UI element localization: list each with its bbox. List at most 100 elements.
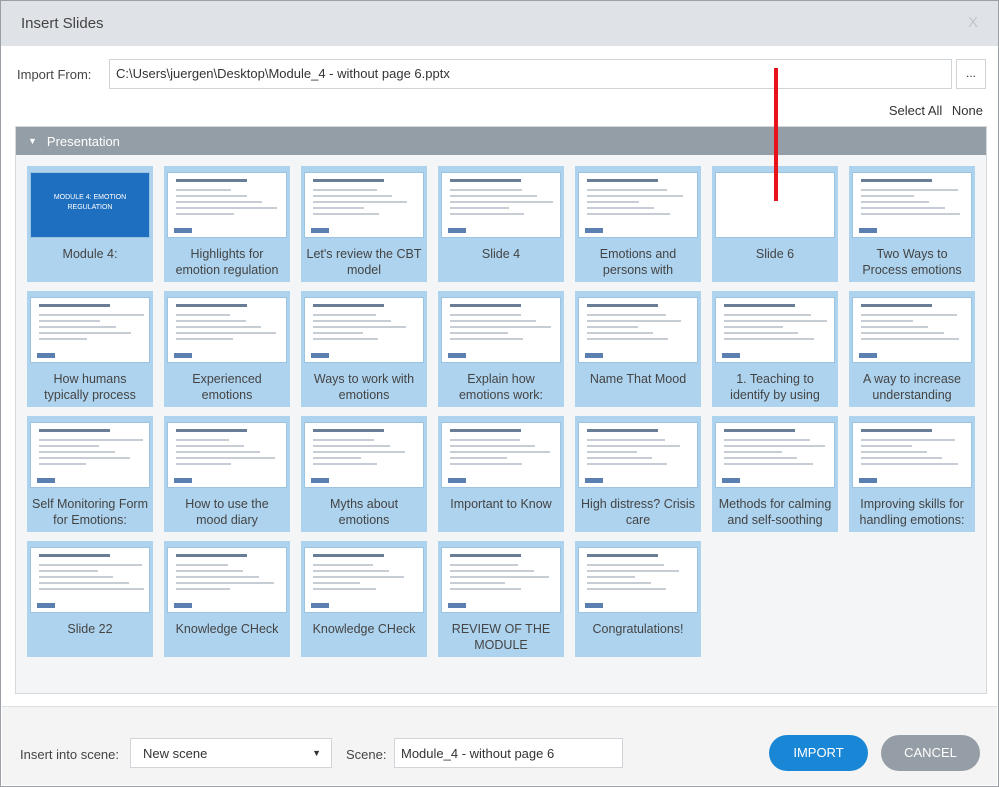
slide-tile[interactable]: Emotions and persons with schizophrenia bbox=[575, 166, 701, 282]
slide-tile[interactable]: Important to Know bbox=[438, 416, 564, 532]
slide-tile[interactable]: Myths about emotions bbox=[301, 416, 427, 532]
slide-tile[interactable]: Ways to work with emotions bbox=[301, 291, 427, 407]
thumbnail-line bbox=[313, 338, 378, 340]
slide-thumbnail bbox=[578, 297, 698, 363]
thumbnail-line bbox=[587, 457, 652, 459]
slide-tile[interactable]: Improving skills for handling emotions: bbox=[849, 416, 975, 532]
thumbnail-line bbox=[176, 213, 234, 215]
thumbnail-logo bbox=[174, 353, 192, 358]
slide-tile[interactable]: REVIEW OF THE MODULE bbox=[438, 541, 564, 657]
thumbnail-heading bbox=[861, 304, 932, 307]
thumbnail-line bbox=[724, 314, 812, 316]
slide-label: Slide 22 bbox=[67, 622, 113, 636]
thumbnail-line bbox=[861, 201, 930, 203]
slide-thumbnail bbox=[578, 172, 698, 238]
thumbnail-line bbox=[587, 445, 681, 447]
thumbnail-line bbox=[176, 451, 260, 453]
thumbnail-logo bbox=[585, 353, 603, 358]
browse-button[interactable]: ... bbox=[956, 59, 986, 89]
slide-tile[interactable]: Knowledge CHeck bbox=[164, 541, 290, 657]
thumbnail-line bbox=[587, 338, 669, 340]
thumbnail-line bbox=[313, 445, 390, 447]
thumbnail-line bbox=[176, 338, 233, 340]
thumbnail-line bbox=[313, 320, 391, 322]
thumbnail-line bbox=[861, 320, 913, 322]
slide-label: Slide 4 bbox=[481, 247, 521, 261]
slide-thumbnail bbox=[852, 422, 972, 488]
slide-thumbnail bbox=[304, 172, 424, 238]
collapse-triangle-icon[interactable]: ▼ bbox=[28, 136, 37, 146]
slide-tile[interactable]: Knowledge CHeck bbox=[301, 541, 427, 657]
slide-label: Knowledge CHeck bbox=[175, 622, 279, 636]
thumbnail-line bbox=[861, 207, 945, 209]
thumbnail-logo bbox=[448, 603, 466, 608]
slide-tile[interactable]: How to use the mood diary information bbox=[164, 416, 290, 532]
thumbnail-line bbox=[724, 326, 783, 328]
thumbnail-line bbox=[861, 332, 944, 334]
slide-tile[interactable]: How humans typically process emotions bbox=[27, 291, 153, 407]
slide-tile[interactable]: MODULE 4: EMOTION REGULATION Module 4: bbox=[27, 166, 153, 282]
thumbnail-line bbox=[176, 189, 232, 191]
thumbnail-line bbox=[450, 320, 537, 322]
thumbnail-line bbox=[724, 445, 826, 447]
thumbnail-line bbox=[313, 564, 374, 566]
thumbnail-title: MODULE 4: EMOTION REGULATION bbox=[53, 194, 127, 211]
slide-tile[interactable]: Let's review the CBT model bbox=[301, 166, 427, 282]
slide-label: Let's review the CBT model bbox=[306, 247, 422, 277]
slide-tile[interactable]: Self Monitoring Form for Emotions: bbox=[27, 416, 153, 532]
thumbnail-line bbox=[587, 332, 654, 334]
thumbnail-heading bbox=[724, 304, 795, 307]
slide-tile[interactable]: Explain how emotions work: bbox=[438, 291, 564, 407]
slide-tile[interactable]: Congratulations! bbox=[575, 541, 701, 657]
select-none-link[interactable]: None bbox=[952, 103, 983, 118]
dialog-title: Insert Slides bbox=[21, 15, 104, 32]
select-all-link[interactable]: Select All bbox=[889, 103, 942, 118]
thumbnail-line bbox=[176, 582, 274, 584]
slide-tile[interactable]: Highlights for emotion regulation bbox=[164, 166, 290, 282]
thumbnail-line bbox=[313, 195, 393, 197]
thumbnail-line bbox=[313, 332, 363, 334]
thumbnail-line bbox=[450, 588, 521, 590]
thumbnail-heading bbox=[861, 429, 932, 432]
slide-tile[interactable]: Name That Mood bbox=[575, 291, 701, 407]
dropdown-arrow-icon: ▼ bbox=[312, 748, 321, 758]
thumbnail-logo bbox=[585, 478, 603, 483]
slide-tile[interactable]: Methods for calming and self-soothing bbox=[712, 416, 838, 532]
thumbnail-line bbox=[450, 195, 538, 197]
slide-tile[interactable]: Experienced emotions bbox=[164, 291, 290, 407]
thumbnail-line bbox=[176, 564, 228, 566]
thumbnail-heading bbox=[313, 429, 384, 432]
thumbnail-line bbox=[39, 576, 114, 578]
import-path-input[interactable]: C:\Users\juergen\Desktop\Module_4 - with… bbox=[109, 59, 952, 89]
slide-tile[interactable]: High distress? Crisis care bbox=[575, 416, 701, 532]
thumbnail-line bbox=[450, 576, 550, 578]
close-icon[interactable]: X bbox=[968, 14, 978, 31]
thumbnail-logo bbox=[37, 353, 55, 358]
thumbnail-logo bbox=[174, 603, 192, 608]
thumbnail-line bbox=[450, 582, 506, 584]
import-button[interactable]: IMPORT bbox=[769, 735, 868, 771]
slide-tile[interactable]: 1. Teaching to identify by using emotion… bbox=[712, 291, 838, 407]
insert-scene-select[interactable]: New scene ▼ bbox=[130, 738, 332, 768]
slide-tile[interactable]: A way to increase understanding bbox=[849, 291, 975, 407]
insert-into-scene-label: Insert into scene: bbox=[20, 747, 119, 762]
thumbnail-heading bbox=[450, 304, 521, 307]
slide-tile[interactable]: Slide 4 bbox=[438, 166, 564, 282]
thumbnail-line bbox=[861, 463, 958, 465]
slide-label: Ways to work with emotions bbox=[313, 372, 415, 402]
slide-thumbnail bbox=[852, 297, 972, 363]
slide-thumbnail bbox=[30, 422, 150, 488]
cancel-button[interactable]: CANCEL bbox=[881, 735, 980, 771]
slide-tile[interactable]: Two Ways to Process emotions bbox=[849, 166, 975, 282]
thumbnail-line bbox=[861, 326, 929, 328]
thumbnail-line bbox=[587, 320, 682, 322]
thumbnail-line bbox=[724, 338, 814, 340]
scene-name-input[interactable]: Module_4 - without page 6 bbox=[394, 738, 623, 768]
slide-label: Experienced emotions bbox=[192, 372, 262, 402]
thumbnail-line bbox=[39, 570, 98, 572]
slide-tile[interactable]: Slide 22 bbox=[27, 541, 153, 657]
presentation-group-header[interactable]: ▼ Presentation bbox=[16, 127, 986, 155]
thumbnail-logo bbox=[174, 228, 192, 233]
slide-thumbnail bbox=[578, 547, 698, 613]
slide-thumbnail bbox=[30, 297, 150, 363]
